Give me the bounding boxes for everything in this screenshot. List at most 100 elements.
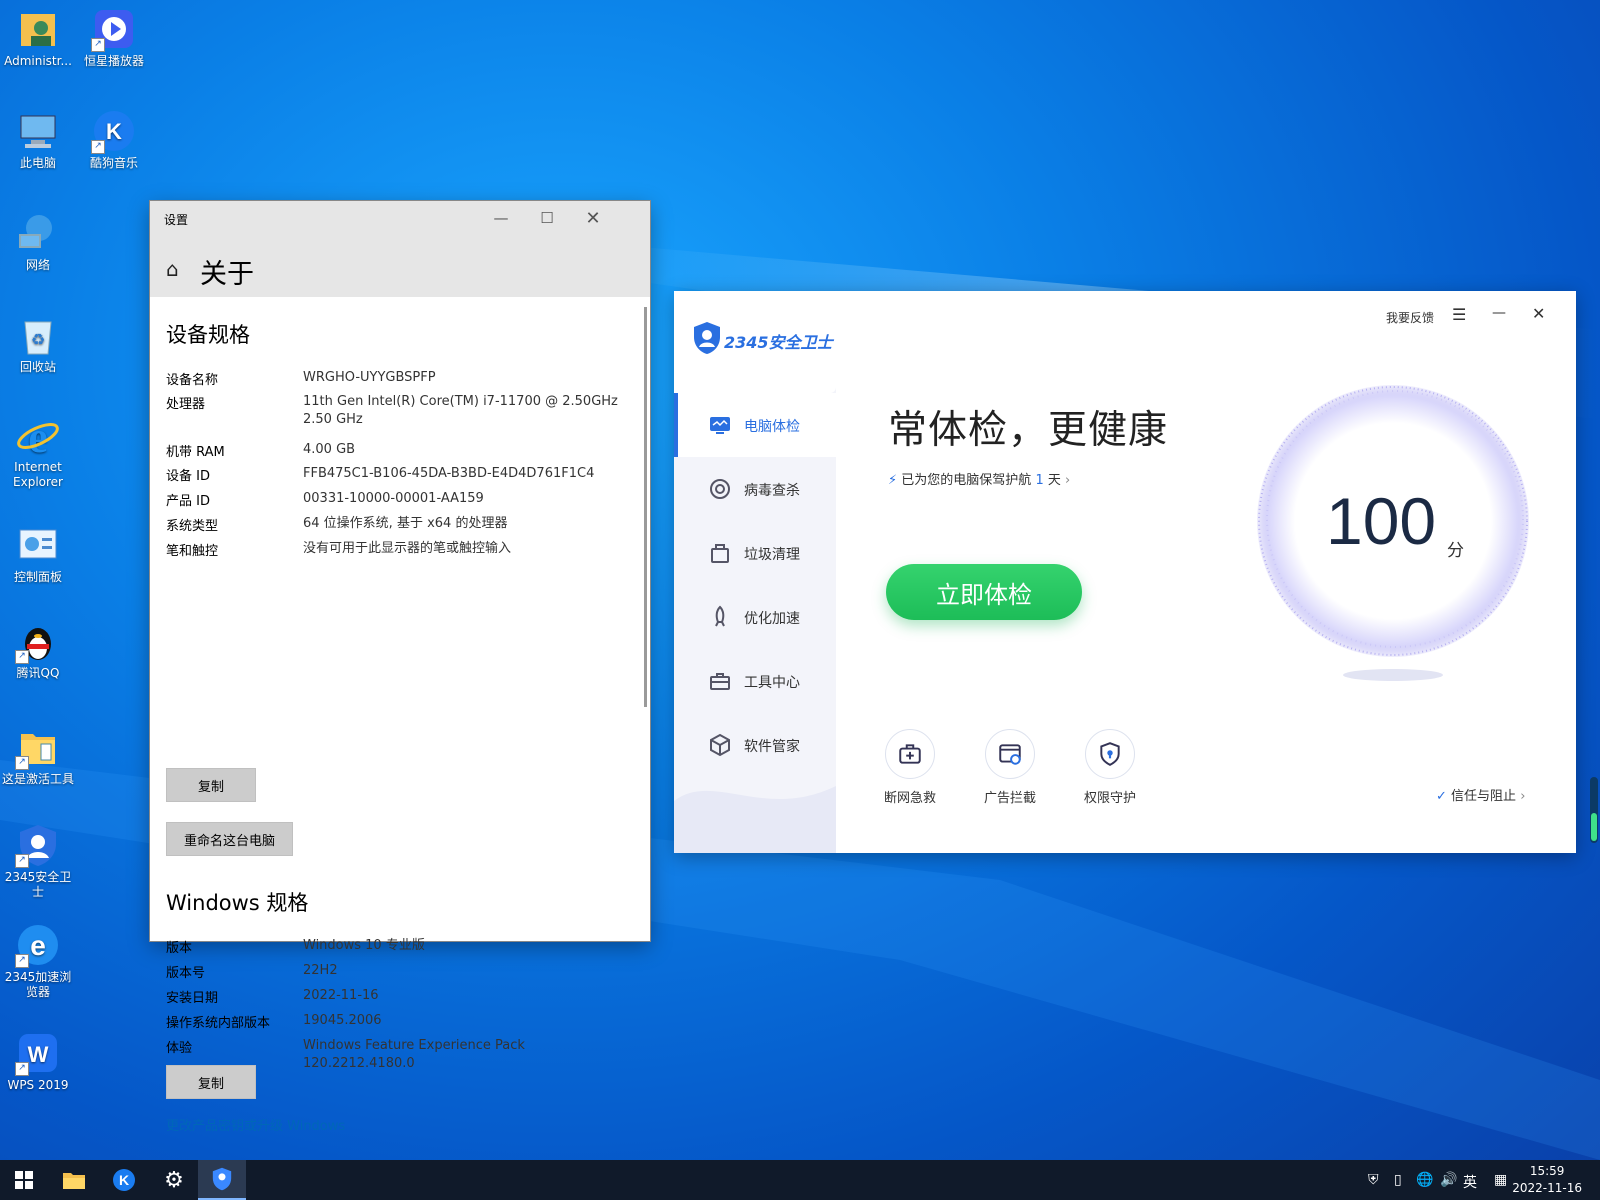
spec-key: 产品 ID — [166, 494, 210, 509]
spec-value: 22H2 — [303, 963, 338, 978]
close-icon[interactable]: ✕ — [1532, 304, 1545, 323]
tray-usb-icon[interactable]: ▯ — [1394, 1172, 1402, 1188]
settings-window: 设置 — ☐ ✕ ⌂ 关于 设备规格 设备名称 WRGHO-UYYGBSPFP 处理… — [150, 201, 650, 1134]
tool-item[interactable]: 权限守护 — [1070, 729, 1150, 806]
spec-key: 设备名称 — [166, 373, 219, 388]
taskbar: K ⚙ ⛨ ▯ 🌐 🔊 英 ▦ 15:59 2022-11-16 — [0, 1160, 1600, 1200]
tool-label: 广告拦截 — [983, 791, 1036, 806]
security-guard-window: 2345安全卫士 电脑体检 病毒查杀 垃圾清理 优化加速 工具中心 软件管家 我要反馈 ☰… — [674, 291, 1576, 853]
spec-key: 处理器 — [166, 397, 206, 412]
chevron-right-icon: › — [1520, 789, 1526, 804]
nav-item[interactable]: 垃圾清理 — [674, 521, 836, 585]
trust-block-link[interactable]: ✓ 信任与阻止 › — [1436, 785, 1525, 804]
clock-time: 15:59 — [1529, 1164, 1565, 1178]
shortcut-arrow-icon: ↗ — [15, 954, 29, 968]
shortcut-arrow-icon: ↗ — [15, 1062, 29, 1076]
spec-row: 安装日期 2022-11-16 — [166, 987, 379, 1006]
nav-item[interactable]: 病毒查杀 — [674, 457, 836, 521]
tray-volume-icon[interactable]: 🔊 — [1440, 1172, 1457, 1188]
desktop-icon[interactable]: ↗ 2345安全卫士 — [0, 822, 76, 900]
shield-icon — [212, 1167, 232, 1191]
nav-item[interactable]: 电脑体检 — [674, 393, 836, 457]
user-folder-icon — [21, 14, 55, 46]
nav-item[interactable]: 工具中心 — [674, 649, 836, 713]
spec-row: 设备名称 WRGHO-UYYGBSPFP — [166, 369, 436, 388]
spec-row: 处理器 11th Gen Intel(R) Core(TM) i7-11700 @… — [166, 393, 618, 427]
desktop-icon[interactable]: Administr... — [0, 6, 76, 69]
close-button[interactable]: ✕ — [570, 201, 616, 235]
desktop-icon[interactable]: W ↗ WPS 2019 — [0, 1030, 76, 1093]
start-button[interactable] — [0, 1160, 48, 1200]
minimize-icon[interactable]: — — [1492, 305, 1506, 321]
tray-keyboard-icon[interactable]: ▦ — [1494, 1172, 1507, 1188]
rename-pc-button[interactable]: 重命名这台电脑 — [166, 822, 293, 856]
svg-text:e: e — [30, 930, 46, 961]
nav-item[interactable]: 优化加速 — [674, 585, 836, 649]
desktop-icon-label: 酷狗音乐 — [89, 156, 138, 170]
desktop-icon[interactable]: ↗ 这是激活工具 — [0, 724, 76, 787]
check-now-button[interactable]: 立即体检 — [886, 564, 1082, 620]
side-indicator — [1590, 777, 1598, 843]
lock-shield-icon — [1100, 742, 1120, 766]
taskbar-explorer[interactable] — [50, 1160, 98, 1200]
toolbox-icon — [710, 673, 730, 690]
svg-text:K: K — [106, 119, 122, 144]
spec-value: 11th Gen Intel(R) Core(TM) i7-11700 @ 2.… — [303, 394, 618, 427]
tray-shield-icon[interactable]: ⛨ — [1368, 1172, 1379, 1188]
desktop-icon-label: 2345加速浏览器 — [4, 970, 72, 999]
desktop-icon[interactable]: ♻ 回收站 — [0, 312, 76, 375]
spec-key: 版本 — [166, 941, 193, 956]
desktop-icon[interactable]: 网络 — [0, 210, 76, 273]
desktop-icon[interactable]: ↗ 恒星播放器 — [76, 6, 152, 69]
desktop-icon[interactable]: K ↗ 酷狗音乐 — [76, 108, 152, 171]
box-icon — [710, 733, 730, 757]
spec-row: 操作系统内部版本 19045.2006 — [166, 1012, 382, 1031]
spec-key: 设备 ID — [166, 469, 210, 484]
health-score: 100 — [1326, 484, 1437, 558]
tool-item[interactable]: 断网急救 — [870, 729, 950, 806]
desktop-icon-label: 控制面板 — [13, 570, 62, 584]
tray-network-icon[interactable]: 🌐 — [1416, 1172, 1433, 1188]
menu-icon[interactable]: ☰ — [1452, 305, 1466, 324]
protect-status[interactable]: ⚡ 已为您的电脑保驾护航 1 天 › — [888, 469, 1070, 488]
shortcut-arrow-icon: ↗ — [15, 756, 29, 770]
copy-device-button[interactable]: 复制 — [166, 768, 256, 802]
copy-windows-button[interactable]: 复制 — [166, 1065, 256, 1099]
spec-value: Windows 10 专业版 — [303, 938, 425, 953]
taskbar-2345guard[interactable] — [198, 1160, 246, 1200]
home-icon[interactable]: ⌂ — [166, 257, 179, 281]
minimize-button[interactable]: — — [478, 201, 524, 235]
trust-label: 信任与阻止 — [1451, 789, 1517, 804]
desktop-icon-label: 回收站 — [19, 360, 56, 374]
spec-row: 设备 ID FFB475C1-B106-45DA-B3BD-E4D4D761F1C… — [166, 465, 594, 484]
taskbar-settings[interactable]: ⚙ — [150, 1160, 198, 1200]
desktop-icon[interactable]: e ↗ 2345加速浏览器 — [0, 922, 76, 1000]
nav-label: 垃圾清理 — [744, 547, 800, 563]
desktop-icon-label: 网络 — [25, 258, 50, 272]
desktop-icon[interactable]: 此电脑 — [0, 108, 76, 171]
ime-indicator[interactable]: 英 — [1463, 1172, 1477, 1192]
windows-spec-title: Windows 规格 — [166, 891, 309, 915]
window-title: 设置 — [164, 213, 189, 227]
maximize-button[interactable]: ☐ — [524, 201, 570, 235]
target-icon — [710, 479, 730, 499]
scrollbar[interactable] — [644, 307, 647, 707]
desktop-icon-label: 此电脑 — [19, 156, 56, 170]
product-key-link[interactable]: 更改产品密钥或升级 Windows — [166, 1115, 345, 1134]
taskbar-kugou[interactable]: K — [100, 1160, 148, 1200]
desktop-icon[interactable]: ↗ 腾讯QQ — [0, 618, 76, 681]
protect-days: 1 — [1035, 473, 1044, 488]
settings-titlebar[interactable]: 设置 — ☐ ✕ — [150, 201, 650, 235]
clock[interactable]: 15:59 2022-11-16 — [1512, 1163, 1582, 1197]
device-spec-title: 设备规格 — [166, 323, 250, 347]
computer-icon — [20, 115, 56, 148]
tool-item[interactable]: 广告拦截 — [970, 729, 1050, 806]
desktop-icon[interactable]: 控制面板 — [0, 522, 76, 585]
feedback-link[interactable]: 我要反馈 — [1386, 309, 1434, 326]
logo-text: 2345安全卫士 — [724, 333, 833, 352]
spec-row: 系统类型 64 位操作系统, 基于 x64 的处理器 — [166, 515, 507, 534]
desktop-icon[interactable]: e Internet Explorer — [0, 412, 76, 490]
page-title: 关于 — [200, 259, 254, 290]
windows-icon — [15, 1171, 33, 1189]
svg-text:K: K — [119, 1172, 129, 1188]
